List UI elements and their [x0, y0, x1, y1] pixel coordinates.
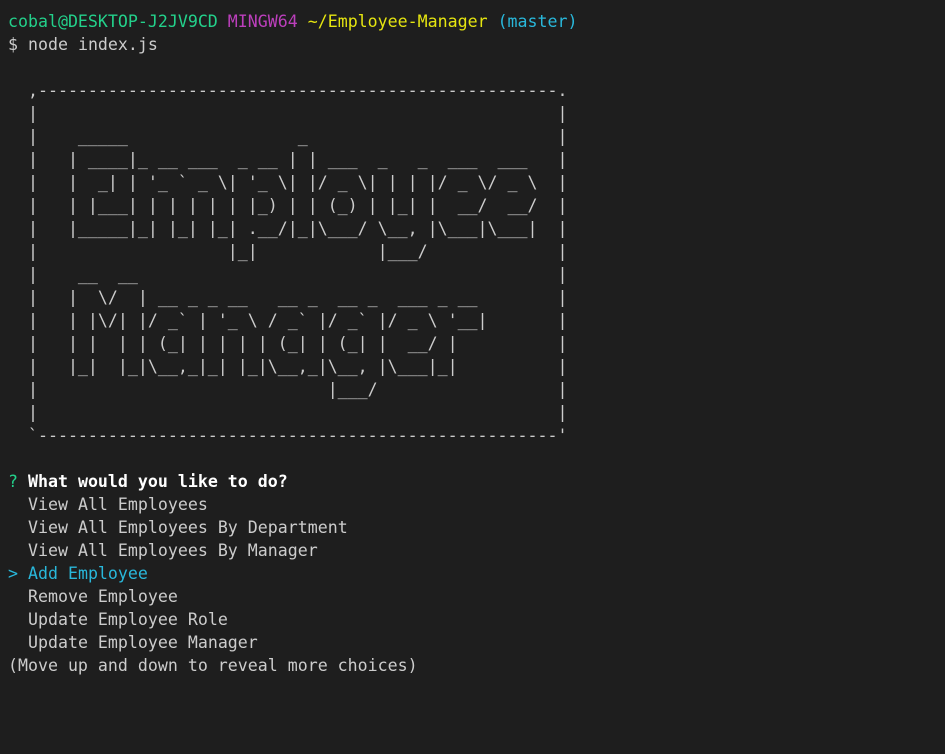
shell-env: MINGW64 — [227, 12, 298, 31]
banner-line: | | | | | (_| | | | | (_| | (_| | __/ | … — [8, 334, 568, 353]
choice-item[interactable]: View All Employees By Manager — [8, 539, 938, 562]
git-branch: (master) — [497, 12, 578, 31]
banner-line: | __ __ | — [8, 265, 568, 284]
prompt-symbol: $ — [8, 35, 18, 54]
banner-line: | |_| |___/ | — [8, 242, 568, 261]
question-line: ? What would you like to do? — [8, 470, 938, 493]
choice-list[interactable]: View All Employees View All Employees By… — [8, 493, 938, 654]
user-host: cobal@DESKTOP-J2JV9CD — [8, 12, 218, 31]
banner-line: | |___/ | — [8, 380, 568, 399]
choice-label: Remove Employee — [28, 587, 178, 606]
choice-pointer — [8, 541, 18, 560]
choice-label: Update Employee Manager — [28, 633, 258, 652]
current-path: ~/Employee-Manager — [307, 12, 488, 31]
choice-pointer — [8, 610, 18, 629]
banner-line: | | — [8, 104, 568, 123]
choice-label: View All Employees By Manager — [28, 541, 318, 560]
choice-pointer — [8, 495, 18, 514]
command-text: node index.js — [28, 35, 158, 54]
banner-line: ,---------------------------------------… — [8, 81, 568, 100]
choice-pointer — [8, 633, 18, 652]
banner-line: `---------------------------------------… — [8, 426, 568, 445]
choice-label: Update Employee Role — [28, 610, 228, 629]
choice-item[interactable]: Remove Employee — [8, 585, 938, 608]
ascii-banner: ,---------------------------------------… — [8, 79, 938, 447]
choice-pointer — [8, 518, 18, 537]
shell-prompt-line: cobal@DESKTOP-J2JV9CD MINGW64 ~/Employee… — [8, 10, 938, 33]
banner-line: | | |\/| |/ _` | '_ \ / _` |/ _` |/ _ \ … — [8, 311, 568, 330]
choice-pointer — [8, 587, 18, 606]
hint-text: (Move up and down to reveal more choices… — [8, 656, 418, 675]
banner-line: | | \/ | __ _ _ __ __ _ __ _ ___ _ __ | — [8, 288, 568, 307]
choice-item[interactable]: Update Employee Manager — [8, 631, 938, 654]
choice-label: Add Employee — [28, 564, 148, 583]
banner-line: | | ____|_ __ ___ _ __ | | ___ _ _ ___ _… — [8, 150, 568, 169]
question-text: What would you like to do? — [28, 472, 288, 491]
choice-item[interactable]: Update Employee Role — [8, 608, 938, 631]
banner-line: | | |___| | | | | | |_) | | (_) | |_| | … — [8, 196, 568, 215]
choice-item[interactable]: View All Employees — [8, 493, 938, 516]
banner-line: | _____ _ | — [8, 127, 568, 146]
banner-line: | |_| |_|\__,_|_| |_|\__,_|\__, |\___|_|… — [8, 357, 568, 376]
question-marker: ? — [8, 472, 18, 491]
command-line: $ node index.js — [8, 33, 938, 56]
choice-item[interactable]: View All Employees By Department — [8, 516, 938, 539]
banner-line: | |_____|_| |_| |_| .__/|_|\___/ \__, |\… — [8, 219, 568, 238]
choice-label: View All Employees By Department — [28, 518, 348, 537]
choice-pointer: > — [8, 564, 18, 583]
banner-line: | | _| | '_ ` _ \| '_ \| |/ _ \| | | |/ … — [8, 173, 568, 192]
choice-item-selected[interactable]: > Add Employee — [8, 562, 938, 585]
terminal-window[interactable]: cobal@DESKTOP-J2JV9CD MINGW64 ~/Employee… — [8, 10, 938, 677]
choice-label: View All Employees — [28, 495, 208, 514]
banner-line: | | — [8, 403, 568, 422]
